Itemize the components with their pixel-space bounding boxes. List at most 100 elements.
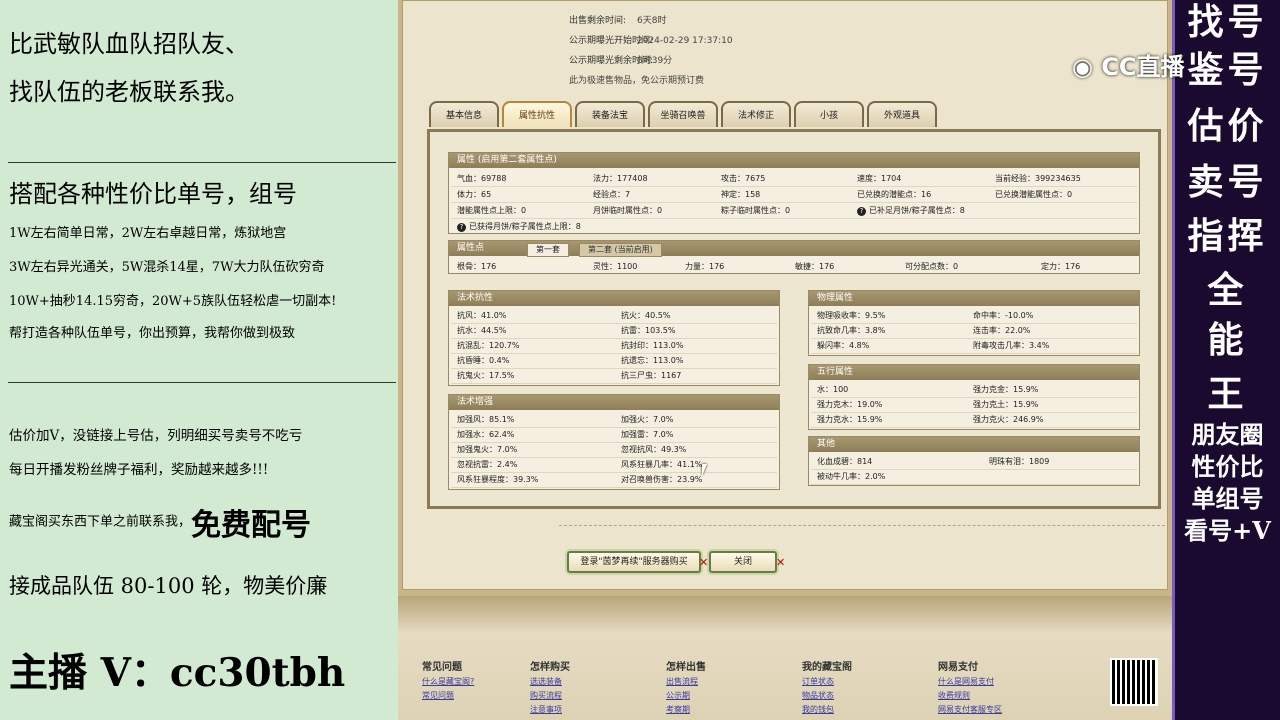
stat-value: 抗雷：103.5% [621,326,676,335]
stat-potential-exchanged: 已兑换的潜能点：16 [857,190,932,199]
section-header: 物理属性 [809,291,1139,306]
stat-value: 强力克土：15.9% [973,400,1039,409]
footer-column-title: 怎样购买 [530,662,570,673]
stat-value: 加强风：85.1% [457,415,515,424]
stat-value: 强力克金：15.9% [973,385,1039,394]
points-section: 属性点 第一套 第二套 (当前启用) 根骨：176 灵性：1100 力量：176… [448,240,1140,274]
stat-value: 抗鬼火：17.5% [457,371,515,380]
footer-link[interactable]: 网易支付客服专区 [938,704,1002,715]
slogan-king: 王 [1207,373,1248,415]
stat-potential-attr: 已兑换潜能属性点：0 [995,190,1073,199]
qr-code-icon [1110,658,1158,706]
footer-link[interactable]: 考察期 [666,704,690,715]
section-header: 属性 (启用第二套属性点) [449,153,1139,168]
stat-focus: 神定：158 [721,190,761,199]
footer-link[interactable]: 选选装备 [530,676,562,687]
attribute-frame: 属性 (启用第二套属性点) 气血：69788 法力：177408 攻击：7675… [427,129,1161,509]
tab-child[interactable]: 小孩 [794,101,864,127]
service-line-2: 3W左右异光通关，5W混杀14星，7W大力队伍砍穷奇 [9,260,325,275]
close-button[interactable]: 关闭 [709,551,777,573]
stat-hp: 气血：69788 [457,174,507,183]
publicity-remaining: 公示期曝光剩余时间:8时39分 [569,56,673,66]
stat-value: 强力克火：246.9% [973,415,1044,424]
point-strength: 力量：176 [685,262,725,271]
divider [8,162,396,163]
info-line-2: 每日开播发粉丝牌子福利，奖励越来越多!!! [9,462,269,478]
stat-value: 对召唤兽伤害：23.9% [621,475,703,484]
slogan-moments: 朋友圈 [1191,420,1264,449]
footer-link[interactable]: 什么是网易支付 [938,676,994,687]
mouse-cursor-icon [702,464,712,476]
stat-speed: 速度：1704 [857,174,902,183]
point-constitution: 根骨：176 [457,262,497,271]
stat-exp-points: 经验点：7 [593,190,631,199]
stat-attack: 攻击：7675 [721,174,766,183]
slogan-command: 指挥 [1187,215,1268,257]
streamer-slogan-panel: 找号 鉴号 估价 卖号 指挥 全 能 王 朋友圈 性价比 单组号 看号+V [1172,0,1280,720]
close-x-icon: ✕ [776,556,786,569]
slogan-single: 单组号 [1191,484,1264,513]
tab-equipment[interactable]: 装备法宝 [575,101,645,127]
stat-value: 水：100 [817,385,849,394]
footer-link[interactable]: 出售流程 [666,676,698,687]
streamer-info-panel: 比武敏队血队招队友、 找队伍的老板联系我。 搭配各种性价比单号，组号 1W左右简… [0,0,398,720]
footer-link[interactable]: 物品状态 [802,690,834,701]
stat-value: 抗昏睡：0.4% [457,356,510,365]
fast-sale-note: 此为极速售物品，免公示期预订费 [569,76,705,86]
cc-logo-icon: ◉ [1072,53,1093,81]
service-line-1: 1W左右简单日常，2W左右卓越日常，炼狱地宫 [9,226,287,241]
stat-value: 连击率：22.0% [973,326,1031,335]
enhance-section: 法术增强 加强风：85.1% 加强火：7.0% 加强水：62.4% 加强雷：7.0% 加… [448,394,780,490]
stat-points-cap: ? 已获得月饼/粽子属性点上限：8 [457,221,581,232]
stat-value: 抗遗忘：113.0% [621,356,684,365]
section-header: 法术增强 [449,395,779,410]
other-section: 其他 化血成碧：814 明珠有泪：1809 被动牛几率：2.0% [808,436,1140,486]
stat-value: 化血成碧：814 [817,457,873,466]
footer-link[interactable]: 订单状态 [802,676,834,687]
stat-stamina: 体力：65 [457,190,492,199]
site-footer [398,596,1172,720]
tab-appearance[interactable]: 外观道具 [867,101,937,127]
sale-remaining: 出售剩余时间: 6天8时 [569,16,667,26]
footer-column-title: 我的藏宝阁 [802,662,852,673]
stat-value: 强力克水：15.9% [817,415,883,424]
slogan-all: 全 [1207,269,1248,311]
footer-column-title: 怎样出售 [666,662,706,673]
point-unallocated: 可分配点数：0 [905,262,959,271]
slogan-find: 找号 [1187,1,1268,43]
login-server-buy-button[interactable]: 登录"茵梦再续"服务器购买 [567,551,701,573]
section-header: 其他 [809,437,1139,452]
point-agility: 敏捷：176 [795,262,835,271]
tab-points-set-2[interactable]: 第二套 (当前启用) [579,243,662,257]
footer-link[interactable]: 什么是藏宝阁? [422,676,474,687]
slogan-able: 能 [1207,319,1248,361]
stat-value: 加强鬼火：7.0% [457,445,518,454]
slogan-add-v: 看号+V [1184,516,1271,545]
stat-mp: 法力：177408 [593,174,648,183]
footer-link[interactable]: 收费规则 [938,690,970,701]
service-line-3: 10W+抽秒14.15穷奇，20W+5族队伍轻松虐一切副本! [9,294,337,309]
stat-value: 命中率：-10.0% [973,311,1034,320]
footer-link[interactable]: 公示期 [666,690,690,701]
help-icon[interactable]: ? [457,223,466,232]
footer-link[interactable]: 我的钱包 [802,704,834,715]
stat-potential-cap: 潜能属性点上限：0 [457,206,527,215]
footer-link[interactable]: 常见问题 [422,690,454,701]
tab-attributes[interactable]: 属性抗性 [502,101,572,127]
help-icon[interactable]: ? [857,207,866,216]
tab-points-set-1[interactable]: 第一套 [527,243,569,257]
footer-link[interactable]: 注意事项 [530,704,562,715]
dashed-divider [559,525,1165,526]
stat-mooncake-temp: 月饼临时属性点：0 [593,206,663,215]
cc-live-logo: ◉ CC直播 [1072,53,1185,81]
stat-value: 强力克木：19.0% [817,400,883,409]
footer-link[interactable]: 购买流程 [530,690,562,701]
tab-mounts-pets[interactable]: 坐骑召唤兽 [648,101,718,127]
stat-value: 忽视抗雷：2.4% [457,460,518,469]
tab-spell-correction[interactable]: 法术修正 [721,101,791,127]
stat-zongzi-temp: 粽子临时属性点：0 [721,206,791,215]
stat-value: 抗火：40.5% [621,311,671,320]
tab-basic-info[interactable]: 基本信息 [429,101,499,127]
recruit-line-1: 比武敏队血队招队友、 [9,30,249,58]
stat-value: 加强雷：7.0% [621,430,674,439]
